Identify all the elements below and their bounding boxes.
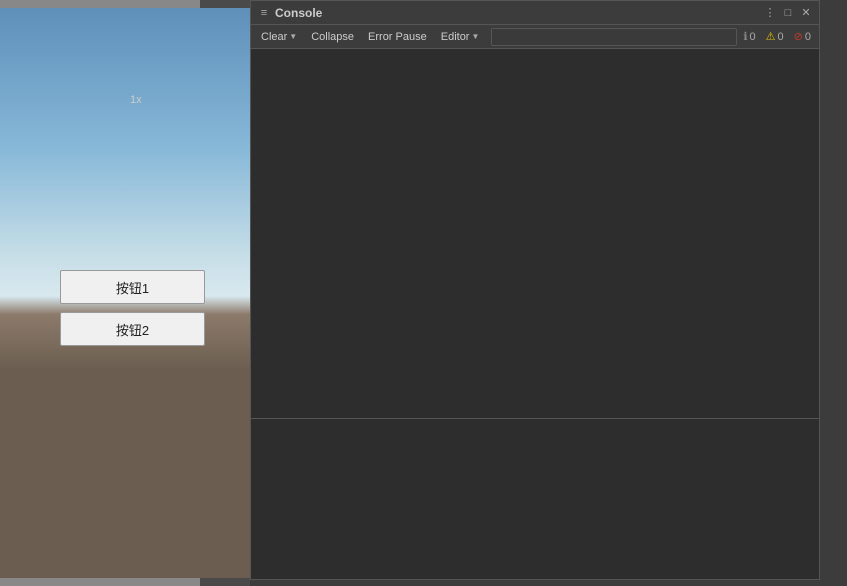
error-count: 0: [805, 31, 811, 43]
button-2[interactable]: 按钮2: [60, 312, 205, 346]
console-detail-area: [251, 419, 819, 579]
console-log-area[interactable]: [251, 49, 819, 418]
warning-icon: ⚠: [766, 30, 776, 43]
search-input[interactable]: [491, 28, 737, 46]
console-icon: ≡: [257, 6, 271, 20]
error-pause-button[interactable]: Error Pause: [362, 27, 433, 47]
error-icon: ⊘: [794, 30, 803, 43]
scrollbar-thumb-top[interactable]: [0, 0, 200, 8]
scene-panel: 1x 按钮1 按钮2: [0, 0, 250, 586]
clear-dropdown-arrow: ▼: [289, 32, 297, 41]
titlebar-controls: ⋮ □ ✕: [763, 6, 813, 20]
console-title: Console: [275, 6, 763, 20]
clear-label: Clear: [261, 31, 287, 43]
console-panel: ≡ Console ⋮ □ ✕ Clear ▼ Collapse Error P…: [250, 0, 820, 580]
info-icon: ℹ: [743, 30, 747, 43]
editor-button[interactable]: Editor ▼: [435, 27, 486, 47]
menu-button[interactable]: ⋮: [763, 6, 777, 20]
close-button[interactable]: ✕: [799, 6, 813, 20]
error-badge[interactable]: ⊘ 0: [790, 30, 815, 43]
info-badge[interactable]: ℹ 0: [739, 30, 759, 43]
maximize-button[interactable]: □: [781, 6, 795, 20]
console-titlebar: ≡ Console ⋮ □ ✕: [251, 1, 819, 25]
scrollbar-thumb-bottom[interactable]: [0, 578, 200, 586]
collapse-button[interactable]: Collapse: [305, 27, 360, 47]
zoom-label: 1x: [130, 94, 142, 106]
horizontal-scrollbar-top[interactable]: [0, 0, 250, 8]
editor-label: Editor: [441, 31, 470, 43]
scene-buttons-container: 按钮1 按钮2: [60, 270, 205, 346]
console-toolbar: Clear ▼ Collapse Error Pause Editor ▼ ℹ …: [251, 25, 819, 49]
info-count: 0: [750, 31, 756, 43]
button-1[interactable]: 按钮1: [60, 270, 205, 304]
editor-dropdown-arrow: ▼: [471, 32, 479, 41]
horizontal-scrollbar-bottom[interactable]: [0, 578, 250, 586]
warning-badge[interactable]: ⚠ 0: [762, 30, 788, 43]
clear-button[interactable]: Clear ▼: [255, 27, 303, 47]
ground-background: [0, 370, 250, 586]
warning-count: 0: [778, 31, 784, 43]
